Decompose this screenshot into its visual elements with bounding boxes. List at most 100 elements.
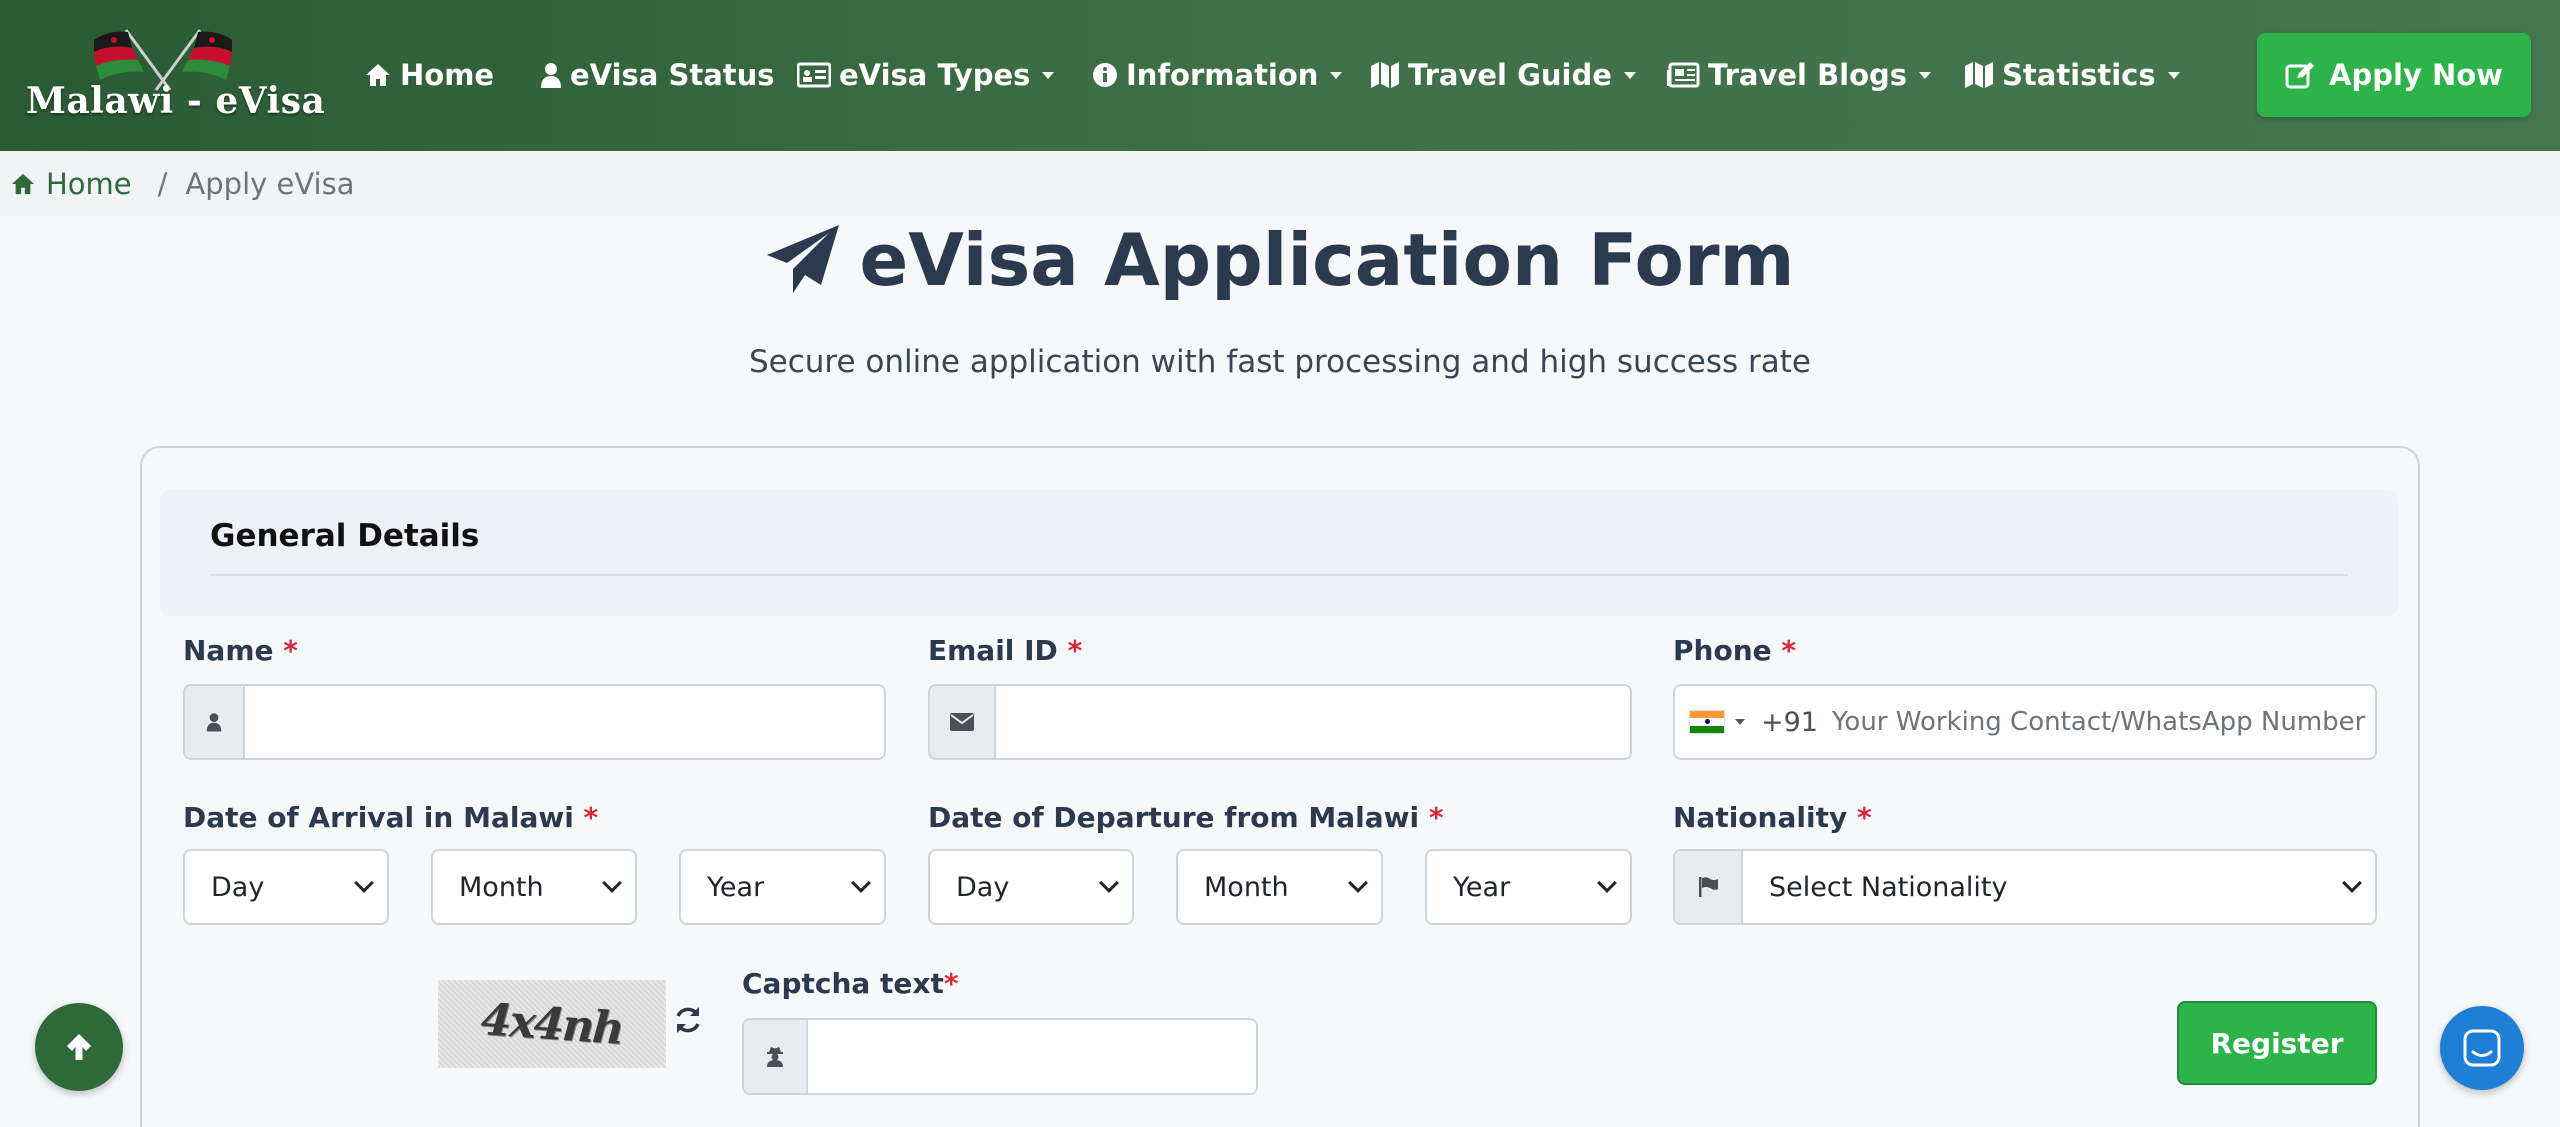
nationality-label: Nationality * [1673,801,1872,834]
register-button[interactable]: Register [2177,1001,2377,1085]
email-input[interactable] [996,686,1630,758]
user-icon [541,63,561,88]
email-field-group [928,684,1632,760]
nav-information-label: Information [1126,58,1319,92]
breadcrumb-home-link[interactable]: Home [10,167,132,201]
email-label-text: Email ID [928,634,1058,667]
departure-month-value: Month [1204,871,1289,903]
id-card-icon [797,62,831,88]
arrival-day-select[interactable]: Day [183,849,389,925]
required-mark: * [1856,801,1872,834]
captcha-image: 4x4nh [438,980,666,1068]
section-title: General Details [210,518,480,554]
chevron-down-icon [602,873,622,893]
arrival-month-value: Month [459,871,544,903]
captcha-image-text: 4x4nh [479,993,625,1055]
chevron-down-icon [1099,873,1119,893]
arrival-day-value: Day [211,871,265,903]
map-icon [1371,62,1399,88]
captcha-label: Captcha text* [742,967,959,1000]
india-flag-icon[interactable] [1689,710,1725,734]
departure-month-select[interactable]: Month [1176,849,1383,925]
country-dropdown-caret[interactable] [1735,719,1745,725]
chevron-down-icon [1348,873,1368,893]
newspaper-icon [1667,62,1700,88]
nav-travel-blogs-label: Travel Blogs [1708,58,1908,92]
nationality-field-group: Select Nationality [1673,849,2377,925]
nav-home-label: Home [400,58,495,92]
flag-icon [1699,877,1718,897]
section-header: General Details [160,490,2398,616]
nav-home[interactable]: Home [364,52,494,98]
departure-year-value: Year [1453,871,1511,903]
captcha-input[interactable] [808,1020,1256,1093]
scroll-to-top-button[interactable] [35,1003,123,1091]
name-label-text: Name [183,634,274,667]
nationality-select[interactable]: Select Nationality [1743,851,2375,923]
nav-evisa-types[interactable]: eVisa Types [797,52,1055,98]
breadcrumb: Home / Apply eVisa [0,151,2560,216]
page-title-text: eVisa Application Form [859,218,1795,302]
arrival-label-text: Date of Arrival in Malawi [183,801,574,834]
captcha-label-text: Captcha text [742,967,944,1000]
paper-plane-icon [767,225,840,293]
nationality-addon [1675,851,1743,923]
email-label: Email ID * [928,634,1082,667]
nav-travel-guide[interactable]: Travel Guide [1370,52,1636,98]
chevron-down-icon [1042,71,1055,79]
phone-input[interactable] [1831,707,2375,737]
departure-day-select[interactable]: Day [928,849,1134,925]
breadcrumb-current: Apply eVisa [185,166,355,201]
nav-statistics[interactable]: Statistics [1964,52,2180,98]
required-mark: * [583,801,599,834]
chevron-down-icon [2167,71,2180,79]
departure-year-select[interactable]: Year [1425,849,1632,925]
name-label: Name * [183,634,298,667]
chevron-down-icon [354,873,374,893]
top-navbar: Malawi - eVisa Home eVisa Status eVisa T… [0,0,2560,151]
chevron-down-icon [1330,71,1343,79]
nationality-label-text: Nationality [1673,801,1848,834]
phone-dial-code: +91 [1761,706,1818,738]
nav-evisa-status-label: eVisa Status [570,58,775,92]
apply-now-button[interactable]: Apply Now [2257,33,2531,117]
home-icon [366,64,390,86]
required-mark: * [943,967,959,1000]
section-divider [210,574,2348,576]
nav-information[interactable]: Information [1092,52,1343,98]
name-input[interactable] [245,686,884,758]
page-title: eVisa Application Form [0,218,2560,302]
refresh-icon[interactable] [673,1005,703,1035]
arrival-month-select[interactable]: Month [431,849,637,925]
departure-day-value: Day [956,871,1010,903]
edit-icon [2285,62,2315,89]
phone-label-text: Phone [1673,634,1772,667]
user-secret-icon [767,1046,783,1067]
name-field-group [183,684,886,760]
departure-label: Date of Departure from Malawi * [928,801,1444,834]
breadcrumb-home-label: Home [46,166,132,201]
breadcrumb-separator: / [157,166,168,201]
chevron-down-icon [2342,873,2362,893]
arrival-year-select[interactable]: Year [679,849,886,925]
brand-logo[interactable]: Malawi - eVisa [22,20,325,132]
user-icon [206,713,222,732]
chevron-down-icon [1623,71,1636,79]
nav-travel-guide-label: Travel Guide [1408,58,1612,92]
email-addon [930,686,996,758]
chat-widget-button[interactable] [2440,1006,2524,1090]
nav-evisa-types-label: eVisa Types [839,58,1031,92]
arrival-label: Date of Arrival in Malawi * [183,801,598,834]
captcha-field-group [742,1018,1258,1095]
envelope-icon [950,713,974,731]
phone-field-group: +91 [1673,684,2377,760]
required-mark: * [283,634,298,667]
departure-label-text: Date of Departure from Malawi [928,801,1420,834]
map-icon [1965,62,1993,88]
nav-travel-blogs[interactable]: Travel Blogs [1666,52,1932,98]
required-mark: * [1781,634,1797,667]
required-mark: * [1428,801,1444,834]
arrow-up-icon [67,1034,91,1060]
nav-evisa-status[interactable]: eVisa Status [540,52,775,98]
arrival-year-value: Year [707,871,765,903]
